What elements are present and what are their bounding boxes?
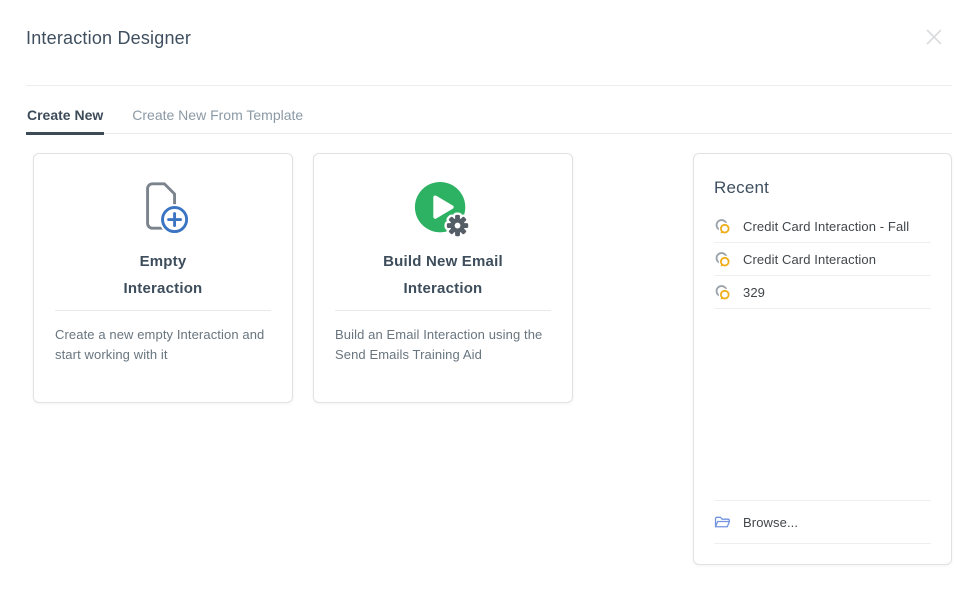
card-description: Build an Email Interaction using the Sen… xyxy=(335,325,551,365)
tab-bar: Create New Create New From Template xyxy=(26,103,952,134)
recent-item[interactable]: Credit Card Interaction - Fall xyxy=(714,210,931,243)
folder-open-icon xyxy=(714,514,731,531)
recent-item-label: Credit Card Interaction - Fall xyxy=(743,219,909,234)
interaction-icon xyxy=(714,251,731,268)
interaction-icon xyxy=(714,284,731,301)
tab-create-new[interactable]: Create New xyxy=(26,103,104,135)
recent-spacer xyxy=(714,309,931,500)
browse-button[interactable]: Browse... xyxy=(714,500,931,544)
header-divider xyxy=(26,85,952,86)
card-divider xyxy=(55,310,271,311)
tab-create-new-from-template[interactable]: Create New From Template xyxy=(131,103,304,133)
card-empty-interaction[interactable]: Empty Interaction Create a new empty Int… xyxy=(33,153,293,403)
page-title: Interaction Designer xyxy=(26,28,191,49)
card-build-new-email-interaction[interactable]: Build New Email Interaction Build an Ema… xyxy=(313,153,573,403)
browse-label: Browse... xyxy=(743,515,798,530)
card-title: Empty Interaction xyxy=(124,248,203,302)
recent-item[interactable]: 329 xyxy=(714,276,931,309)
recent-item-label: 329 xyxy=(743,285,765,300)
interaction-icon xyxy=(714,218,731,235)
recent-item-label: Credit Card Interaction xyxy=(743,252,876,267)
card-divider xyxy=(335,310,551,311)
recent-item[interactable]: Credit Card Interaction xyxy=(714,243,931,276)
close-button[interactable] xyxy=(924,29,944,49)
close-icon xyxy=(925,28,943,51)
document-add-icon xyxy=(136,180,190,240)
card-title: Build New Email Interaction xyxy=(383,248,503,302)
recent-list: Credit Card Interaction - Fall Credit Ca… xyxy=(714,210,931,309)
recent-heading: Recent xyxy=(714,178,931,198)
recent-panel: Recent Credit Card Interaction - Fall Cr… xyxy=(693,153,952,565)
card-description: Create a new empty Interaction and start… xyxy=(55,325,271,365)
play-gear-icon xyxy=(412,180,474,240)
